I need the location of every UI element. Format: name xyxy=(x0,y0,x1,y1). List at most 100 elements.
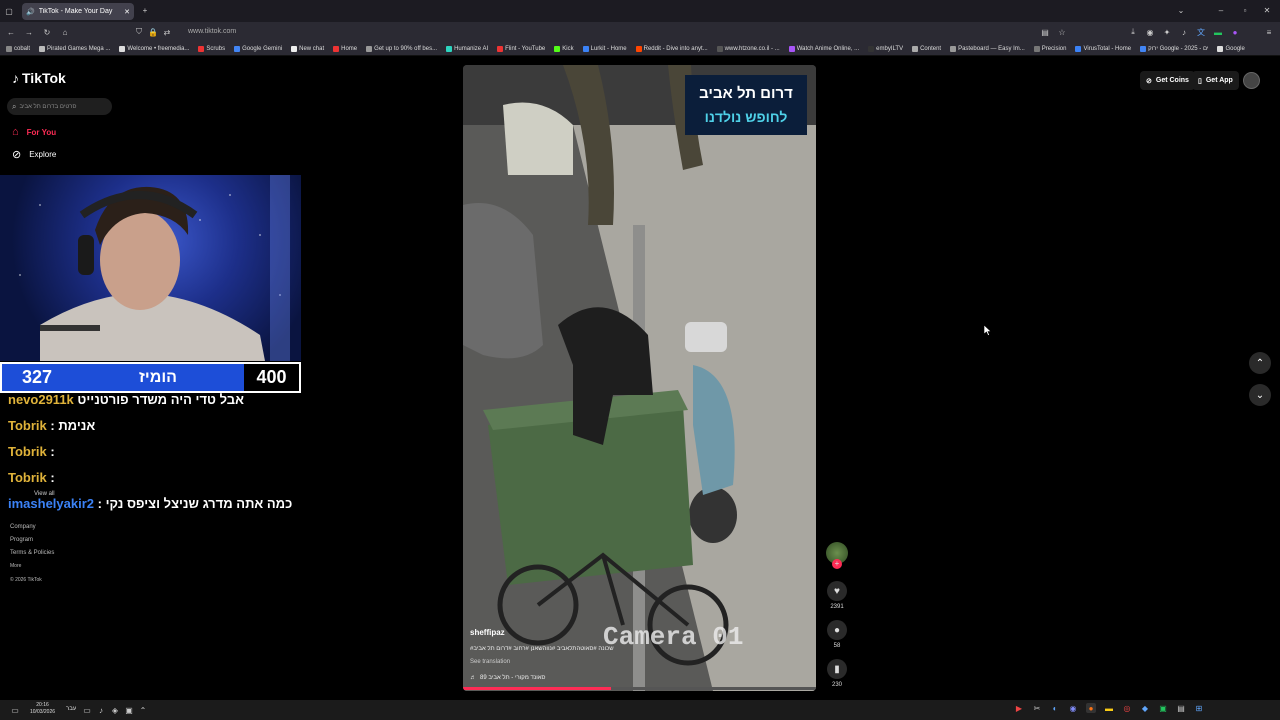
new-tab-icon[interactable]: + xyxy=(140,5,150,15)
network-icon[interactable]: ◈ xyxy=(110,705,120,715)
bookmark-item[interactable]: New chat xyxy=(291,45,325,52)
list-all-tabs-icon[interactable]: ⌄ xyxy=(1176,5,1186,15)
bookmark-item[interactable]: Kick xyxy=(554,45,574,52)
comment-icon[interactable]: ● xyxy=(827,620,847,640)
notification-icon[interactable]: ▭ xyxy=(10,705,20,715)
steam-app-icon[interactable]: ◐ xyxy=(1050,703,1060,713)
bookmark-label: embyILTV xyxy=(876,45,904,52)
battery-icon[interactable]: ▭ xyxy=(82,705,92,715)
bookmark-item[interactable]: Pasteboard — Easy Im... xyxy=(950,45,1025,52)
app-icon[interactable]: ▣ xyxy=(1158,703,1168,713)
bookmark-item[interactable]: embyILTV xyxy=(868,45,904,52)
search-input[interactable]: ⌕ סרטים בדרום תל אביב xyxy=(7,98,112,115)
tray-app-icon[interactable]: ▣ xyxy=(124,705,134,715)
extensions-icon[interactable]: ✦ xyxy=(1162,27,1172,37)
bookmark-favicon-icon xyxy=(333,45,340,52)
bookmark-item[interactable]: Scrubs xyxy=(198,45,225,52)
bookmark-item[interactable]: www.htzone.co.il - ... xyxy=(716,45,780,52)
reload-icon[interactable]: ↻ xyxy=(42,27,52,37)
forward-icon[interactable]: → xyxy=(24,27,34,37)
file-explorer-app-icon[interactable]: ▬ xyxy=(1104,703,1114,713)
profile-avatar[interactable] xyxy=(1243,72,1260,89)
downloads-icon[interactable]: ⤓ xyxy=(1128,27,1138,37)
bookmark-item[interactable]: Humanize AI xyxy=(446,45,488,52)
tab-list-icon[interactable]: ▢ xyxy=(4,6,14,16)
footer-more[interactable]: More xyxy=(10,563,21,569)
bookmark-item[interactable]: VirusTotal - Home xyxy=(1075,45,1131,52)
chat-user: imashelyakir2 xyxy=(8,496,95,511)
footer-company[interactable]: Company xyxy=(10,524,36,530)
see-translation-link[interactable]: See translation xyxy=(470,659,510,665)
capcut-app-icon[interactable]: ✂ xyxy=(1032,703,1042,713)
browser-tab[interactable]: 🔊 TikTok - Make Your Day ✕ xyxy=(22,3,134,20)
app-icon[interactable]: ▤ xyxy=(1176,703,1186,713)
bookmark-label: Reddit - Dive into anyt... xyxy=(643,45,708,52)
nav-for-you[interactable]: ⌂ For You xyxy=(12,126,56,138)
footer-terms[interactable]: Terms & Policies xyxy=(10,550,54,556)
previous-video-button[interactable]: ⌃ xyxy=(1249,352,1271,374)
nav-explore[interactable]: ⊘ Explore xyxy=(12,148,56,161)
bookmark-icon[interactable]: ▮ xyxy=(827,659,847,679)
follow-plus-icon[interactable]: + xyxy=(832,559,842,569)
bookmark-item[interactable]: Reddit - Dive into anyt... xyxy=(635,45,708,52)
audio-icon[interactable]: ♪ xyxy=(1179,27,1189,37)
tiktok-logo[interactable]: ♪ TikTok xyxy=(12,70,66,86)
tray-chevron-icon[interactable]: ⌃ xyxy=(138,705,148,715)
app-icon[interactable]: ◆ xyxy=(1140,703,1150,713)
menu-icon[interactable]: ≡ xyxy=(1264,27,1274,37)
bookmark-item[interactable]: Google xyxy=(1217,45,1245,52)
language-indicator[interactable]: עבר xyxy=(66,706,76,712)
bookmark-item[interactable]: Content xyxy=(912,45,941,52)
shield-icon: ⛉ xyxy=(136,27,142,36)
volume-icon[interactable]: ♪ xyxy=(96,705,106,715)
video-author[interactable]: sheffipaz xyxy=(470,628,505,637)
maximize-icon[interactable]: ▫ xyxy=(1240,5,1250,15)
get-app-button[interactable]: ▯ Get App xyxy=(1192,71,1239,90)
footer-program[interactable]: Program xyxy=(10,537,33,543)
bookmark-favicon-icon xyxy=(234,45,241,52)
next-video-button[interactable]: ⌄ xyxy=(1249,384,1271,406)
system-clock[interactable]: 20:16 10/03/2026 xyxy=(30,702,55,716)
bookmark-item[interactable]: Get up to 90% off bes... xyxy=(366,45,437,52)
minimize-icon[interactable]: – xyxy=(1216,5,1226,15)
discord-app-icon[interactable]: ◉ xyxy=(1068,703,1078,713)
bookmark-item[interactable]: Watch Anime Online, ... xyxy=(788,45,859,52)
bookmark-item[interactable]: Pirated Games Mega ... xyxy=(39,45,110,52)
heart-icon[interactable]: ♥ xyxy=(827,581,847,601)
account-icon[interactable]: ◉ xyxy=(1145,27,1155,37)
bookmark-item[interactable]: Home xyxy=(333,45,358,52)
url-field[interactable]: www.tiktok.com xyxy=(188,28,236,35)
bookmark-item[interactable]: ירוק Google - 2025 - ים xyxy=(1140,45,1208,52)
chevron-down-icon: ⌄ xyxy=(1255,389,1265,401)
video-player[interactable]: דרום תל אביב לחופש נולדנו Camera 01 shef… xyxy=(463,65,816,691)
home-icon[interactable]: ⌂ xyxy=(60,27,70,37)
chat-message: nevo2911k אבל טדי היה משדר פורטנייט xyxy=(8,392,244,407)
bookmark-item[interactable]: Welcome • freemedia... xyxy=(119,45,189,52)
bookmark-item[interactable]: Flint - YouTube xyxy=(497,45,545,52)
video-sound[interactable]: ♬ סאונד מקורי - תל אביב 89 xyxy=(470,675,545,681)
bookmark-favicon-icon xyxy=(868,45,875,52)
extension-purple-icon[interactable]: ● xyxy=(1230,27,1240,37)
bookmark-label: New chat xyxy=(299,45,325,52)
bookmark-star-icon[interactable]: ☆ xyxy=(1057,27,1067,37)
bookmark-item[interactable]: Lurkit - Home xyxy=(582,45,627,52)
start-menu-icon[interactable]: ⊞ xyxy=(1194,703,1204,713)
extension-green-icon[interactable]: ▬ xyxy=(1213,27,1223,37)
bookmark-favicon-icon xyxy=(291,45,298,52)
bookmark-item[interactable]: Precision xyxy=(1033,45,1066,52)
obs-app-icon[interactable]: ◎ xyxy=(1122,703,1132,713)
close-tab-icon[interactable]: ✕ xyxy=(124,8,130,16)
bookmark-item[interactable]: Google Gemini xyxy=(234,45,282,52)
video-frame xyxy=(463,65,816,691)
bookmark-item[interactable]: cobalt xyxy=(6,45,30,52)
reader-view-icon[interactable]: ▤ xyxy=(1040,27,1050,37)
site-info-icons[interactable]: ⛉ 🔒 ⇄ xyxy=(134,27,172,37)
video-progress-track[interactable] xyxy=(463,687,816,690)
get-coins-button[interactable]: ⊘ Get Coins xyxy=(1140,71,1195,90)
translate-icon[interactable]: 文 xyxy=(1196,27,1206,37)
youtube-app-icon[interactable]: ▶ xyxy=(1014,703,1024,713)
bookmark-label: Home xyxy=(341,45,358,52)
firefox-app-icon[interactable]: ● xyxy=(1086,703,1096,713)
back-icon[interactable]: ← xyxy=(6,27,16,37)
close-window-icon[interactable]: ✕ xyxy=(1262,5,1272,15)
